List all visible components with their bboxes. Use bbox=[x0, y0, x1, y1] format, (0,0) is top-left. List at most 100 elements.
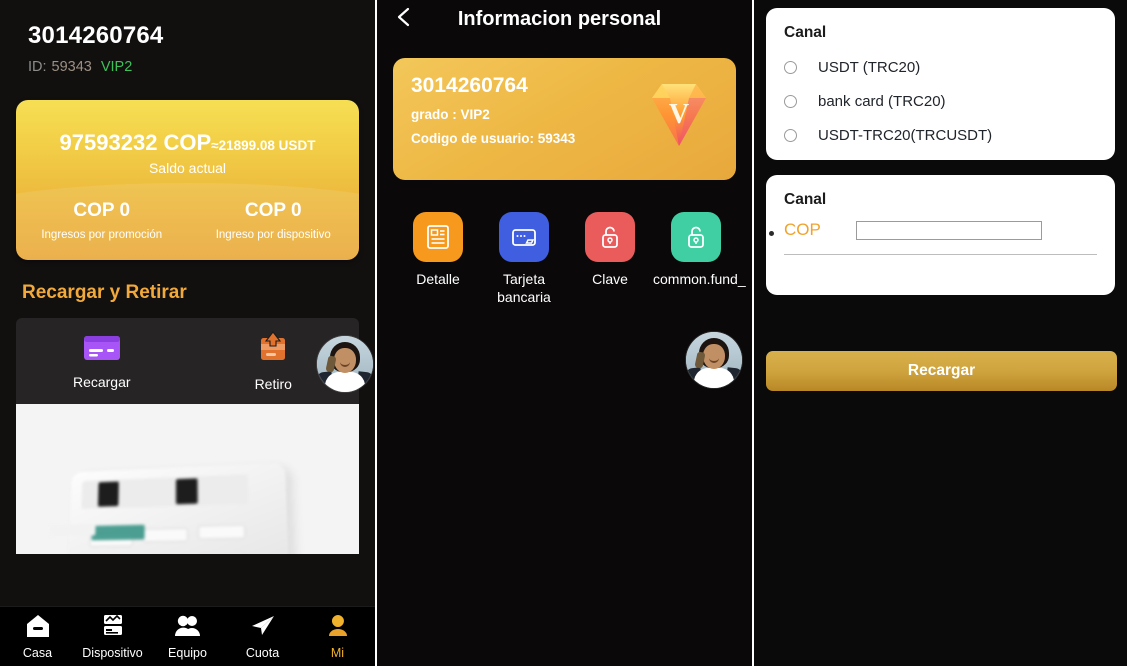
channel-option-usdt-trcusdt[interactable]: USDT-TRC20(TRCUSDT) bbox=[784, 127, 1097, 144]
mid-page-title: Informacion personal bbox=[457, 8, 662, 30]
section-title-recargar-retirar: Recargar y Retirar bbox=[22, 282, 187, 303]
home-icon bbox=[26, 615, 49, 637]
tab-cuota[interactable]: Cuota bbox=[225, 613, 300, 660]
device-socket bbox=[97, 481, 119, 507]
channel-card-title: Canal bbox=[784, 24, 827, 41]
radio-button[interactable] bbox=[784, 61, 797, 74]
device-white-plug bbox=[49, 523, 96, 537]
credit-card-icon bbox=[83, 335, 120, 360]
tab-mi[interactable]: Mi bbox=[300, 613, 375, 660]
avatar-face bbox=[334, 348, 356, 373]
menu-tile-detalle bbox=[413, 212, 463, 262]
channel-option-usdt-trc20[interactable]: USDT (TRC20) bbox=[784, 59, 1097, 76]
bottom-tabbar: Casa Dispositivo Equipo Cuota Mi bbox=[0, 606, 375, 666]
stat-device: COP 0 Ingreso por dispositivo bbox=[188, 200, 360, 241]
channel-option-bank-card[interactable]: bank card (TRC20) bbox=[784, 93, 1097, 110]
stat-device-label: Ingreso por dispositivo bbox=[215, 229, 331, 241]
action-recargar-label: Recargar bbox=[72, 373, 131, 390]
balance-main: 97593232 COP≈21899.08 USDT Saldo actual bbox=[16, 100, 359, 176]
tab-equipo-label: Equipo bbox=[168, 646, 207, 660]
amount-card: Canal COP bbox=[766, 175, 1115, 295]
menu-label-common-fund: common.fund_ bbox=[653, 271, 746, 287]
radio-button[interactable] bbox=[784, 95, 797, 108]
menu-item-detalle[interactable]: Detalle bbox=[395, 212, 481, 306]
balance-amount-row: 97593232 COP≈21899.08 USDT bbox=[16, 130, 359, 156]
stat-promo: COP 0 Ingresos por promoción bbox=[16, 200, 188, 241]
channel-option-label: USDT-TRC20(TRCUSDT) bbox=[818, 127, 993, 144]
mid-header: Informacion personal bbox=[377, 0, 752, 42]
avatar-face bbox=[703, 344, 725, 369]
customer-service-avatar[interactable] bbox=[686, 332, 742, 388]
avatar-shirt bbox=[694, 368, 734, 388]
withdraw-upload-icon bbox=[261, 330, 286, 360]
tab-mi-label: Mi bbox=[330, 646, 345, 660]
cursor-dot bbox=[769, 231, 774, 236]
amount-input[interactable] bbox=[856, 220, 1042, 240]
device-green-plug bbox=[91, 524, 145, 541]
channel-option-label: USDT (TRC20) bbox=[818, 59, 921, 76]
device-button bbox=[142, 527, 188, 543]
vip-info-card: 3014260764 grado : VIP2 Codigo de usuari… bbox=[393, 58, 736, 180]
balance-stats-row: COP 0 Ingresos por promoción COP 0 Ingre… bbox=[16, 200, 359, 241]
lock-open-icon bbox=[602, 226, 618, 248]
menu-tile-tarjeta bbox=[499, 212, 549, 262]
tab-casa[interactable]: Casa bbox=[0, 613, 75, 660]
amount-card-spacer bbox=[784, 255, 1097, 279]
device-button bbox=[197, 524, 246, 540]
action-recargar[interactable]: Recargar bbox=[16, 333, 188, 390]
action-card: Recargar Retiro bbox=[16, 318, 359, 404]
document-detail-icon bbox=[427, 225, 449, 249]
tab-casa-label: Casa bbox=[22, 646, 53, 660]
stat-device-value: COP 0 bbox=[244, 200, 302, 221]
balance-caption: Saldo actual bbox=[148, 160, 227, 176]
tab-dispositivo-label: Dispositivo bbox=[82, 646, 143, 660]
bank-card-icon bbox=[512, 229, 536, 246]
device-icon bbox=[103, 614, 122, 635]
tab-equipo[interactable]: Equipo bbox=[150, 613, 225, 660]
team-icon bbox=[174, 615, 200, 636]
device-button bbox=[198, 553, 247, 554]
balance-card[interactable]: 97593232 COP≈21899.08 USDT Saldo actual … bbox=[16, 100, 359, 260]
tab-cuota-label: Cuota bbox=[245, 646, 280, 660]
lock-open-icon bbox=[688, 226, 704, 248]
app-root: 3014260764 ID: 59343 VIP2 97593232 COP≈218… bbox=[0, 0, 1127, 666]
menu-label-clave: Clave bbox=[592, 271, 628, 287]
balance-usdt: ≈21899.08 USDT bbox=[211, 138, 316, 153]
mid-panel-personal-info: Informacion personal 3014260764 grado : … bbox=[375, 0, 752, 666]
promo-banner-image[interactable] bbox=[16, 404, 359, 554]
menu-label-tarjeta: Tarjeta bancaria bbox=[497, 271, 551, 305]
user-icon bbox=[328, 615, 347, 636]
account-header: 3014260764 ID: 59343 VIP2 bbox=[0, 0, 375, 75]
send-plane-icon bbox=[251, 616, 274, 635]
menu-item-tarjeta-bancaria[interactable]: Tarjeta bancaria bbox=[481, 212, 567, 306]
menu-label-detalle: Detalle bbox=[416, 271, 460, 287]
diamond-gem-icon: V bbox=[652, 84, 706, 146]
balance-amount: 97593232 COP bbox=[59, 130, 212, 155]
right-panel-recharge: Canal USDT (TRC20) bank card (TRC20) USD… bbox=[752, 0, 1127, 666]
device-product-illustration bbox=[49, 462, 291, 554]
menu-tile-clave bbox=[585, 212, 635, 262]
channel-option-label: bank card (TRC20) bbox=[818, 93, 946, 110]
stat-promo-value: COP 0 bbox=[73, 200, 131, 221]
tab-dispositivo[interactable]: Dispositivo bbox=[75, 613, 150, 660]
channel-card: Canal USDT (TRC20) bank card (TRC20) USD… bbox=[766, 8, 1115, 160]
menu-item-common-fund[interactable]: common.fund_ bbox=[653, 212, 746, 306]
amount-card-title: Canal bbox=[784, 191, 827, 208]
id-label: ID: bbox=[28, 59, 47, 75]
recharge-submit-button[interactable]: Recargar bbox=[766, 351, 1117, 391]
vip-gem-badge: V bbox=[646, 78, 712, 150]
avatar-shirt bbox=[325, 372, 365, 392]
radio-button[interactable] bbox=[784, 129, 797, 142]
menu-item-clave[interactable]: Clave bbox=[567, 212, 653, 306]
gem-letter: V bbox=[669, 99, 689, 130]
left-panel-wallet: 3014260764 ID: 59343 VIP2 97593232 COP≈218… bbox=[0, 0, 375, 666]
customer-service-avatar[interactable] bbox=[317, 336, 373, 392]
device-socket bbox=[175, 478, 198, 505]
amount-row: COP bbox=[769, 220, 1097, 240]
menu-tile-common-fund bbox=[671, 212, 721, 262]
account-id-row: ID: 59343 VIP2 bbox=[28, 59, 375, 75]
currency-label: COP bbox=[784, 220, 821, 239]
vip-badge: VIP2 bbox=[100, 59, 133, 75]
account-number: 3014260764 bbox=[28, 22, 164, 49]
stat-promo-label: Ingresos por promoción bbox=[41, 229, 163, 241]
